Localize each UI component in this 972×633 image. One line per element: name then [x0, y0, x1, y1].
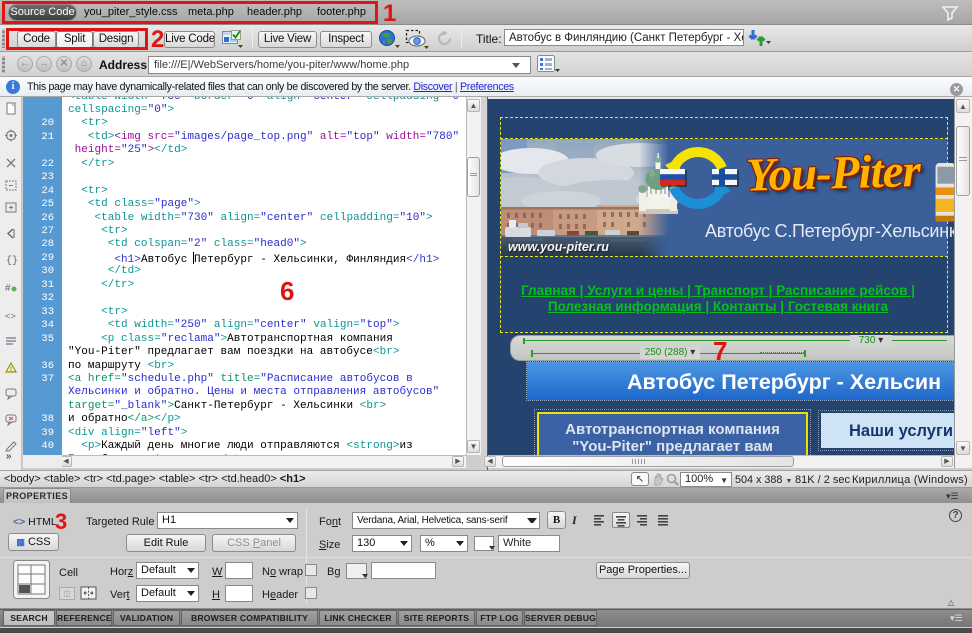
svg-text:{}: {} [6, 255, 18, 266]
svg-text:#: # [5, 283, 11, 294]
svg-text:<>: <> [5, 312, 16, 322]
